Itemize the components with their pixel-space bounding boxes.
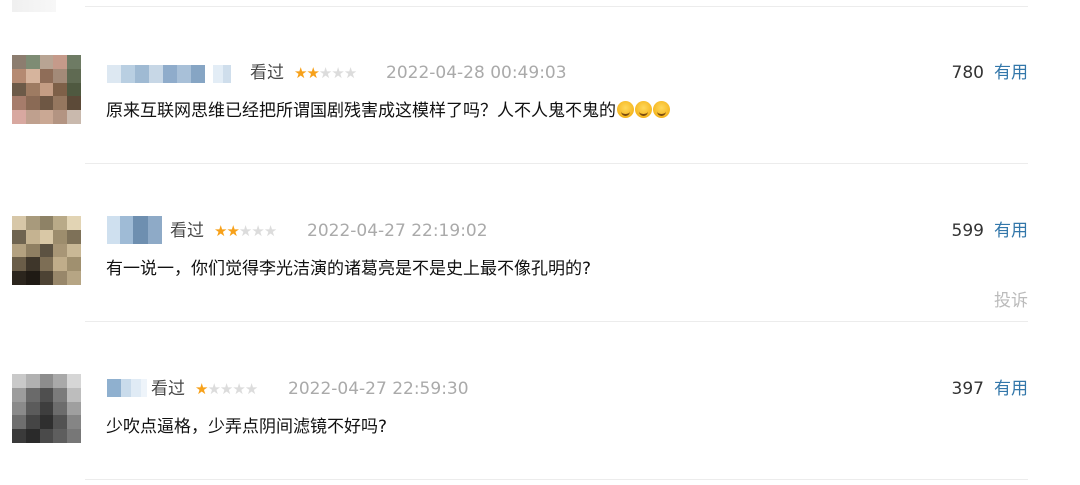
comment-time[interactable]: 2022-04-27 22:59:30 bbox=[288, 378, 469, 400]
divider bbox=[85, 321, 1028, 322]
comment-content: 少吹点逼格，少弄点阴间滤镜不好吗? bbox=[106, 415, 387, 439]
comment-content: 有一说一，你们觉得李光洁演的诸葛亮是不是史上最不像孔明的? bbox=[106, 257, 591, 281]
comment-text: 少吹点逼格，少弄点阴间滤镜不好吗? bbox=[106, 417, 388, 437]
star-filled-icon: ★ bbox=[195, 380, 208, 398]
vote-count: 397 bbox=[951, 379, 984, 399]
star-filled-icon: ★ bbox=[214, 222, 227, 240]
divider bbox=[85, 163, 1028, 164]
comment-list: 看过 ★★★★★ 2022-04-28 00:49:03 780 有用 原来互联… bbox=[0, 0, 1080, 485]
comment-time[interactable]: 2022-04-27 22:19:02 bbox=[307, 220, 488, 242]
star-empty-icon: ★ bbox=[251, 222, 264, 240]
avatar[interactable] bbox=[12, 216, 81, 285]
comment-item: 看过 ★★★★★ 2022-04-27 22:59:30 397 有用 少吹点逼… bbox=[0, 0, 1080, 443]
comment-text: 有一说一，你们觉得李光洁演的诸葛亮是不是史上最不像孔明的? bbox=[106, 259, 592, 279]
avatar[interactable] bbox=[12, 374, 81, 443]
rating-stars: ★★★★★ bbox=[195, 378, 258, 400]
divider bbox=[85, 479, 1028, 480]
star-empty-icon: ★ bbox=[207, 380, 220, 398]
watch-status: 看过 bbox=[170, 221, 204, 241]
star-empty-icon: ★ bbox=[238, 222, 252, 240]
star-empty-icon: ★ bbox=[219, 380, 233, 398]
star-empty-icon: ★ bbox=[232, 380, 245, 398]
star-filled-icon: ★ bbox=[226, 222, 239, 240]
user-name[interactable] bbox=[107, 379, 147, 397]
star-empty-icon: ★ bbox=[263, 222, 277, 240]
star-empty-icon: ★ bbox=[244, 380, 258, 398]
report-button[interactable]: 投诉 bbox=[994, 290, 1028, 312]
useful-button[interactable]: 有用 bbox=[994, 220, 1028, 242]
vote-count: 599 bbox=[951, 221, 984, 241]
useful-button[interactable]: 有用 bbox=[994, 378, 1028, 400]
watch-status: 看过 bbox=[151, 379, 185, 399]
user-name[interactable] bbox=[107, 216, 162, 244]
rating-stars: ★★★★★ bbox=[214, 220, 277, 242]
